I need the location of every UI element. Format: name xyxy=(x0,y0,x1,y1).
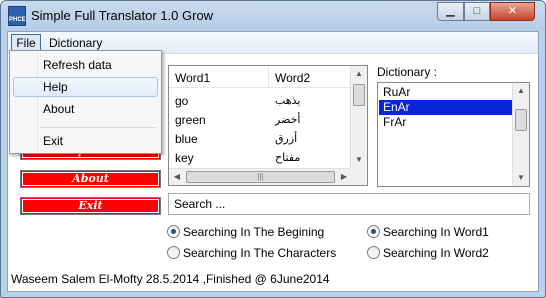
table-row[interactable]: green أخضر xyxy=(169,111,352,130)
table-row[interactable]: blue أزرق xyxy=(169,130,352,149)
minimize-button[interactable]: ▁ xyxy=(437,2,464,21)
radio-label: Searching In Word1 xyxy=(383,225,489,239)
column-header-word1[interactable]: Word1 xyxy=(169,66,269,88)
word1-cell: key xyxy=(175,151,194,165)
radio-selected-icon xyxy=(367,225,380,238)
scroll-thumb[interactable] xyxy=(515,109,527,131)
word2-cell: أخضر xyxy=(275,113,301,126)
scroll-down-icon[interactable]: ▼ xyxy=(351,152,367,168)
scroll-up-icon[interactable]: ▲ xyxy=(513,83,529,99)
column-header-word2[interactable]: Word2 xyxy=(269,66,352,88)
scroll-down-icon[interactable]: ▼ xyxy=(513,170,529,186)
word1-cell: go xyxy=(175,94,189,108)
menu-dictionary[interactable]: Dictionary xyxy=(49,36,102,50)
word1-cell: blue xyxy=(175,132,198,146)
maximize-button[interactable]: □ xyxy=(464,2,490,21)
list-item[interactable]: RuAr xyxy=(379,85,512,100)
menu-item-help[interactable]: Help xyxy=(13,77,158,97)
dictionary-list[interactable]: RuAr EnAr FrAr ▲ ▼ xyxy=(377,82,530,187)
word2-cell: مفتاح xyxy=(275,151,301,164)
search-input[interactable]: Search ... xyxy=(168,193,530,215)
about-button[interactable]: About xyxy=(20,170,161,188)
radio-selected-icon xyxy=(167,225,180,238)
scroll-thumb[interactable]: ||| xyxy=(186,171,335,183)
menu-item-refresh-data[interactable]: Refresh data xyxy=(13,55,158,75)
menu-item-about[interactable]: About xyxy=(13,99,158,119)
menu-separator xyxy=(40,127,156,128)
title-bar[interactable]: PHCE Simple Full Translator 1.0 Grow ▁ □… xyxy=(1,1,545,31)
scroll-thumb[interactable] xyxy=(353,84,365,106)
dictionary-vertical-scrollbar[interactable]: ▲ ▼ xyxy=(512,83,529,186)
word1-cell: green xyxy=(175,113,206,127)
table-row[interactable]: go يذهب xyxy=(169,92,352,111)
scrollbar-corner xyxy=(350,168,367,185)
close-button[interactable]: ✕ xyxy=(490,2,535,21)
radio-label: Searching In Word2 xyxy=(383,246,489,260)
app-window: PHCE Simple Full Translator 1.0 Grow ▁ □… xyxy=(0,0,546,298)
word2-cell: أزرق xyxy=(275,132,298,145)
radio-unselected-icon xyxy=(167,246,180,259)
word-list-horizontal-scrollbar[interactable]: ◀ ||| ▶ xyxy=(169,168,352,185)
list-item[interactable]: FrAr xyxy=(379,115,512,130)
word-list-header: Word1 Word2 xyxy=(169,66,352,88)
scroll-left-icon[interactable]: ◀ xyxy=(169,169,185,185)
radio-label: Searching In The Characters xyxy=(183,246,337,260)
table-row[interactable]: key مفتاح xyxy=(169,149,352,168)
word2-cell: يذهب xyxy=(275,94,301,107)
window-title: Simple Full Translator 1.0 Grow xyxy=(31,8,214,23)
word-list[interactable]: Word1 Word2 go يذهب green أخضر blue أزرق… xyxy=(168,65,368,186)
app-icon: PHCE xyxy=(8,6,26,26)
menu-item-exit[interactable]: Exit xyxy=(13,131,158,151)
scroll-up-icon[interactable]: ▲ xyxy=(351,66,367,82)
file-menu-dropdown: Refresh data Help About Exit xyxy=(9,50,162,154)
list-item[interactable]: EnAr xyxy=(379,100,512,115)
radio-label: Searching In The Begining xyxy=(183,225,325,239)
dictionary-label: Dictionary : xyxy=(377,65,438,79)
footer-credits: Waseem Salem El-Mofty 28.5.2014 ,Finishe… xyxy=(11,272,330,286)
word-list-vertical-scrollbar[interactable]: ▲ ▼ xyxy=(350,66,367,168)
radio-unselected-icon xyxy=(367,246,380,259)
exit-button[interactable]: Exit xyxy=(20,197,161,215)
